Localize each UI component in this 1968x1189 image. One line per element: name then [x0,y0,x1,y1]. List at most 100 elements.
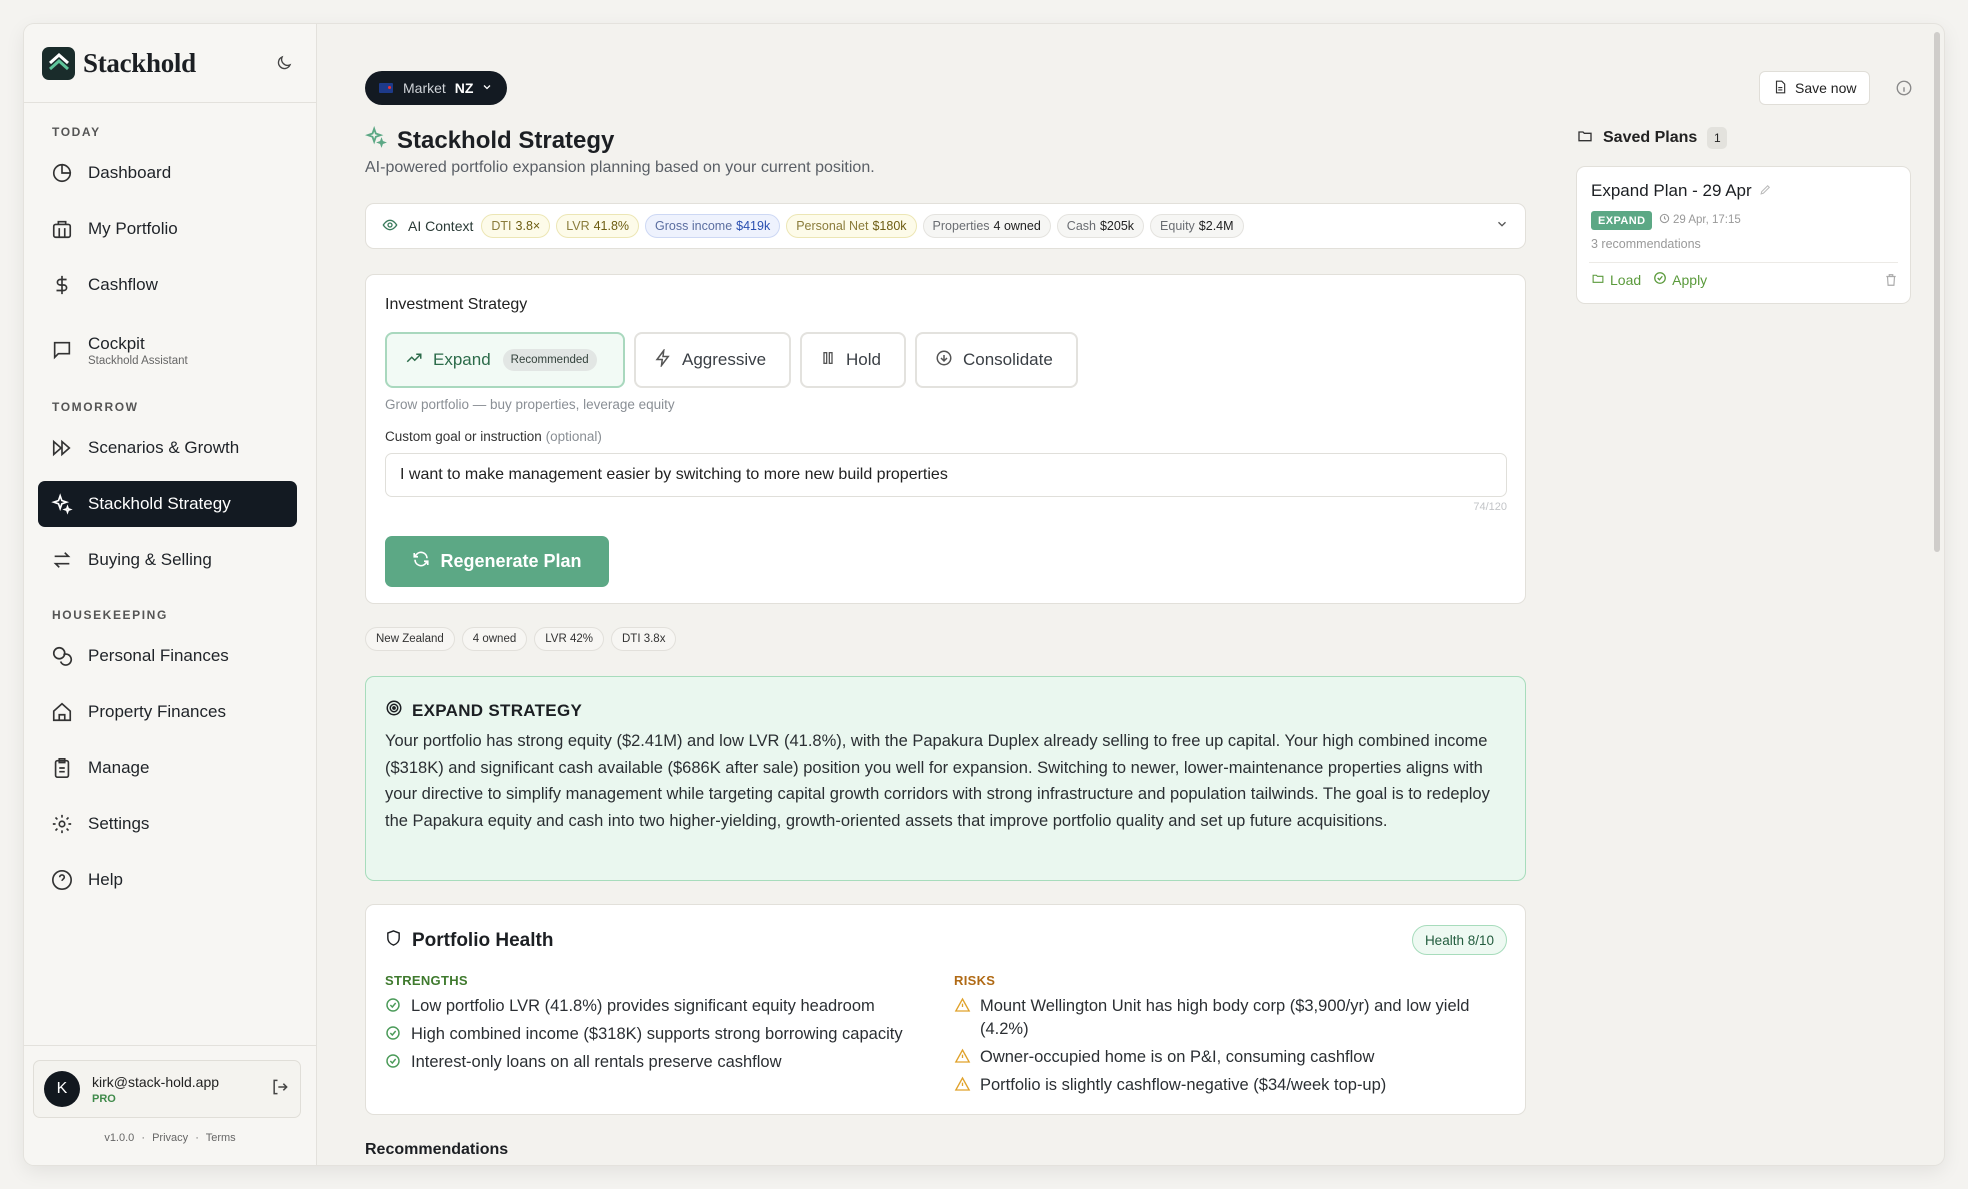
terms-link[interactable]: Terms [206,1132,236,1144]
sidebar-item-help[interactable]: Help [38,857,297,903]
strategy-aggressive-button[interactable]: Aggressive [634,332,791,388]
char-counter: 74/120 [1473,501,1507,513]
privacy-link[interactable]: Privacy [152,1132,188,1144]
trash-icon[interactable] [1884,273,1898,292]
context-chip-dti: DTI 3.8× [481,214,551,238]
sidebar-item-sub: Stackhold Assistant [88,354,188,367]
page-subtitle: AI-powered portfolio expansion planning … [365,159,875,176]
saved-count-badge: 1 [1707,127,1728,149]
moon-icon[interactable] [270,49,298,77]
sidebar-item-manage[interactable]: Manage [38,745,297,791]
page-title: Stackhold Strategy [397,126,615,154]
ai-context-bar[interactable]: AI Context DTI 3.8× LVR 41.8% Gross income… [365,203,1526,249]
building-icon [50,217,74,241]
swap-icon [50,548,74,572]
plan-date: 29 Apr, 17:15 [1673,214,1741,226]
page-title-row: Stackhold Strategy [364,125,615,155]
apply-plan-button[interactable]: Apply [1653,271,1707,288]
market-selector[interactable]: Market NZ [365,71,508,105]
sidebar-item-label: Stackhold Strategy [88,494,231,513]
strategy-label: Investment Strategy [385,296,528,313]
summary-chip: DTI 3.8x [610,627,677,651]
warning-icon [954,997,972,1020]
sidebar-footer: K kirk@stack-hold.app PRO v1.0.0 · Priva… [24,1045,316,1165]
context-chip-properties: Properties 4 owned [922,214,1051,238]
file-icon [1773,79,1787,98]
version-text: v1.0.0 [104,1132,135,1144]
sidebar-item-buying-selling[interactable]: Buying & Selling [38,537,297,583]
recommendations-heading: Recommendations [365,1141,509,1158]
expand-strategy-card: EXPAND STRATEGY Your portfolio has stron… [365,676,1526,881]
sidebar-item-label: Help [88,870,123,889]
portfolio-health-title: Portfolio Health [412,930,554,951]
sidebar-item-label: My Portfolio [88,219,178,238]
folder-open-icon [1591,272,1605,288]
scrollbar[interactable] [1934,32,1940,552]
coins-icon [50,644,74,668]
goal-input[interactable]: I want to make management easier by swit… [385,453,1507,497]
sidebar-item-scenarios[interactable]: Scenarios & Growth [38,425,297,471]
regenerate-plan-button[interactable]: Regenerate Plan [385,536,609,587]
strategy-expand-button[interactable]: Expand Recommended [385,332,625,388]
risks-heading: RISKS [954,973,996,988]
sidebar-item-personal-finances[interactable]: Personal Finances [38,633,297,679]
market-value: NZ [454,80,474,96]
expand-strategy-text: Your portfolio has strong equity ($2.41M… [385,732,1490,830]
strategy-consolidate-button[interactable]: Consolidate [915,332,1078,388]
sidebar-item-cashflow[interactable]: Cashflow [38,262,297,308]
sidebar-item-my-portfolio[interactable]: My Portfolio [38,206,297,252]
sidebar-item-settings[interactable]: Settings [38,801,297,847]
dollar-icon [50,273,74,297]
market-label: Market [403,80,446,96]
chevron-down-icon [481,80,493,96]
strategy-hold-button[interactable]: Hold [800,332,906,388]
folder-icon [1576,128,1594,149]
refresh-icon [412,550,430,573]
check-circle-icon [385,1025,403,1048]
sparkles-icon [364,125,387,155]
avatar: K [44,1071,80,1107]
saved-plans-heading: Saved Plans 1 [1576,127,1728,149]
ai-context-label: AI Context [408,218,474,234]
context-chip-cash: Cash $205k [1056,214,1145,238]
arrow-down-circle-icon [935,349,953,372]
sidebar-item-property-finances[interactable]: Property Finances [38,689,297,735]
logout-icon[interactable] [270,1077,290,1102]
context-chip-lvr: LVR 41.8% [556,214,640,238]
chat-icon [50,338,74,362]
health-score-badge: Health 8/10 [1411,925,1507,955]
pie-chart-icon [50,161,74,185]
home-icon [50,700,74,724]
summary-chip: LVR 42% [534,627,604,651]
load-plan-button[interactable]: Load [1591,272,1641,288]
risk-item: Mount Wellington Unit has high body corp… [954,995,1510,1041]
pause-icon [820,350,836,371]
target-icon [385,699,403,722]
app-window: Stackhold TODAY Dashboard My Portfolio C… [24,24,1944,1165]
investment-strategy-card: Investment Strategy Expand Recommended A… [365,274,1526,604]
pencil-icon[interactable] [1759,181,1772,201]
summary-chips: New Zealand 4 owned LVR 42% DTI 3.8x [365,627,683,651]
sidebar-item-label: Property Finances [88,702,226,721]
sidebar-item-dashboard[interactable]: Dashboard [38,150,297,196]
sidebar-item-label: Buying & Selling [88,550,212,569]
sidebar-item-label: Manage [88,758,150,777]
sidebar: Stackhold TODAY Dashboard My Portfolio C… [24,24,317,1165]
chevron-down-icon[interactable] [1495,217,1509,236]
sparkles-icon [50,492,74,516]
warning-icon [954,1076,972,1099]
sidebar-item-cockpit[interactable]: Cockpit Stackhold Assistant [38,324,297,376]
user-card: K kirk@stack-hold.app PRO [33,1060,301,1118]
info-icon[interactable] [1895,79,1913,102]
saved-plan-card[interactable]: Expand Plan - 29 Apr EXPAND 29 Apr, 17:1… [1576,166,1911,304]
user-email: kirk@stack-hold.app [92,1073,220,1090]
main-content: Market NZ Stackhold Strategy AI-powered … [318,24,1944,1165]
sidebar-item-stackhold-strategy[interactable]: Stackhold Strategy [38,481,297,527]
portfolio-health-card: Portfolio Health Health 8/10 STRENGTHS R… [365,904,1526,1115]
recommended-tag: Recommended [502,349,597,371]
trending-up-icon [405,349,423,372]
summary-chip: New Zealand [365,627,455,651]
save-now-button[interactable]: Save now [1759,71,1871,105]
eye-icon [382,217,398,236]
expand-strategy-title: EXPAND STRATEGY [412,700,583,720]
